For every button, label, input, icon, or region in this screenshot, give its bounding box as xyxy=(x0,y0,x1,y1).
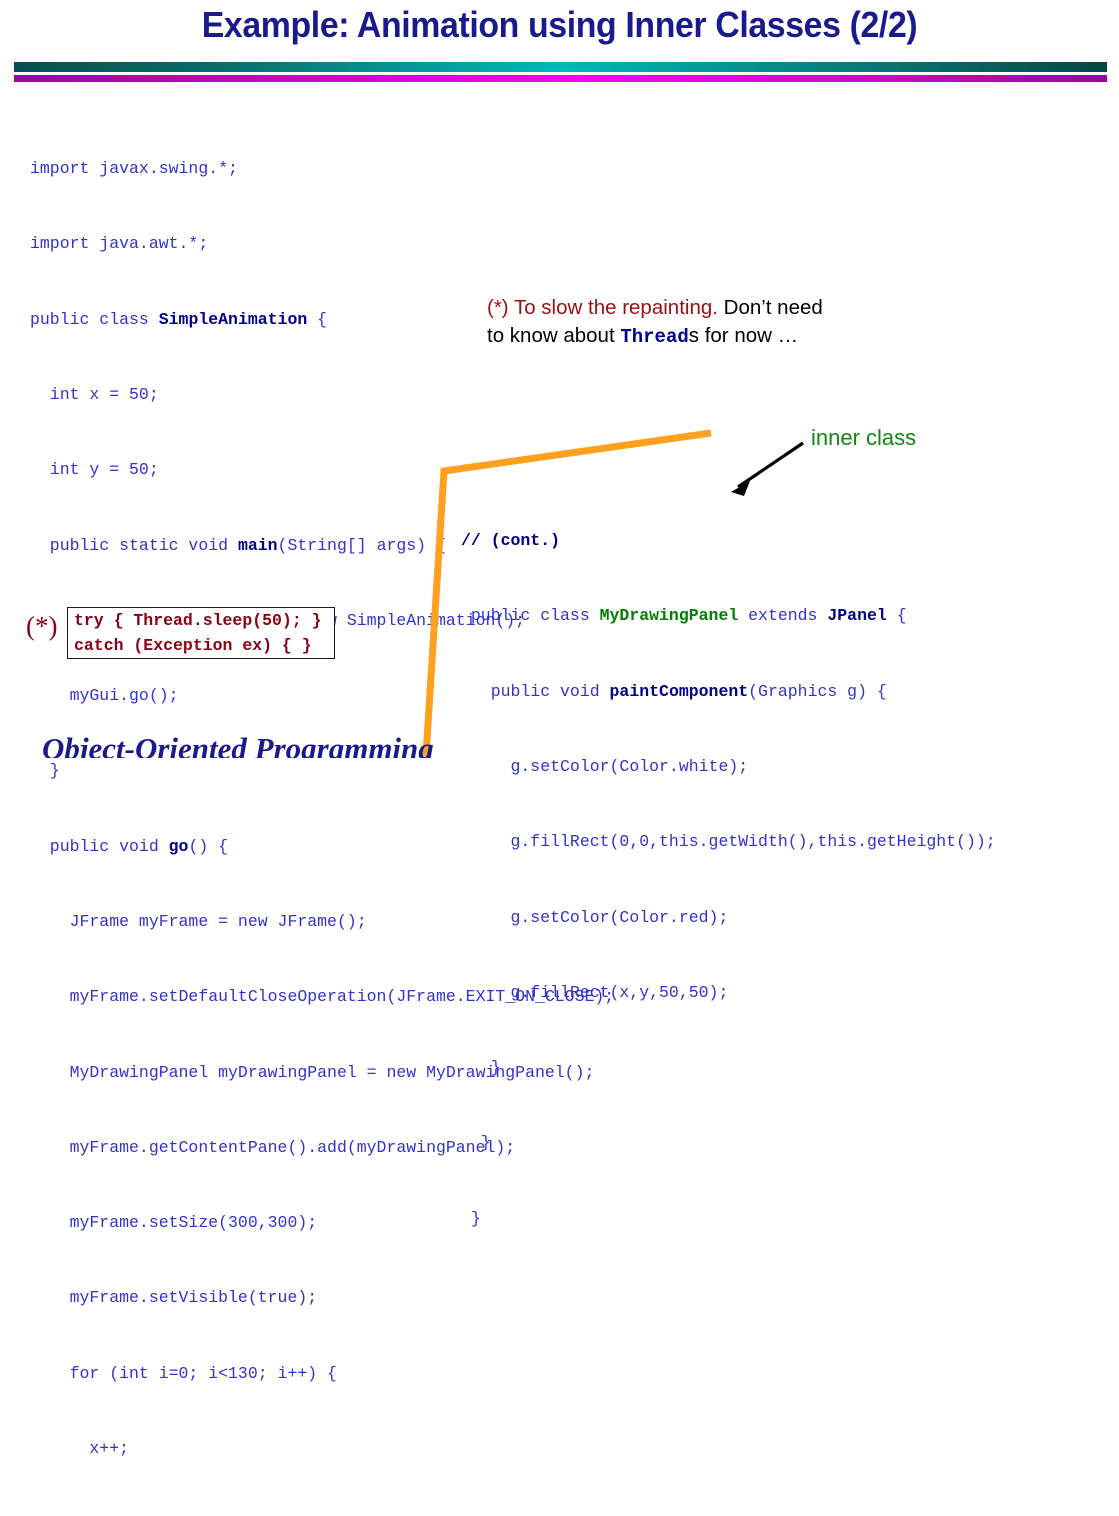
code-text: } xyxy=(30,761,60,781)
code-line: public class MyDrawingPanel extends JPan… xyxy=(461,603,996,628)
code-text: public class xyxy=(461,606,600,626)
code-text: myGui.go(); xyxy=(30,686,179,706)
code-text: public static void xyxy=(30,535,238,555)
code-line: g.fillRect(0,0,this.getWidth(),this.getH… xyxy=(461,829,996,854)
highlight-code-line: try { Thread.sleep(50); } xyxy=(74,611,322,630)
code-line: public void paintComponent(Graphics g) { xyxy=(461,679,996,704)
footer-text: Object-Oriented Programming xyxy=(42,736,434,758)
note-slow-repainting: (*) To slow the repainting. Don’t need t… xyxy=(487,294,1027,351)
note-line2-before: to know about xyxy=(487,323,621,347)
divider-bar-teal xyxy=(14,62,1107,72)
code-line: g.fillRect(x,y,50,50); xyxy=(461,980,996,1005)
code-text: { xyxy=(307,309,328,329)
code-text: extends xyxy=(738,606,828,626)
note-black-text: Don’t need xyxy=(717,296,823,319)
code-line: myFrame.setVisible(true); xyxy=(30,1285,614,1310)
divider xyxy=(14,62,1107,84)
code-line: import java.awt.*; xyxy=(30,231,614,256)
code-text: myFrame.setVisible(true); xyxy=(30,1288,318,1308)
code-line: x++; xyxy=(30,1436,614,1461)
code-block-right: // (cont.) public class MyDrawingPanel e… xyxy=(461,478,996,1256)
code-identifier: main xyxy=(237,535,278,555)
note-line2-after: s for now … xyxy=(688,323,799,347)
code-text: } xyxy=(461,1208,481,1228)
page-title: Example: Animation using Inner Classes (… xyxy=(201,4,918,45)
code-text: int x = 50; xyxy=(30,385,159,405)
code-text: (Graphics g) { xyxy=(748,681,887,701)
code-text: (String[] args) { xyxy=(277,535,446,555)
code-text: JFrame myFrame = new JFrame(); xyxy=(30,912,367,931)
code-line: } xyxy=(461,1055,996,1080)
code-text: { xyxy=(886,606,907,626)
footer-clipped: Object-Oriented Programming xyxy=(0,736,470,758)
code-identifier: go xyxy=(168,836,189,856)
code-text: g.setColor(Color.white); xyxy=(461,757,749,777)
highlight-box-try-catch: try { Thread.sleep(50); } catch (Excepti… xyxy=(67,607,335,659)
code-line: for (int i=0; i<130; i++) { xyxy=(30,1361,614,1386)
code-text: import javax.swing.*; xyxy=(30,159,238,179)
code-text: g.fillRect(0,0,this.getWidth(),this.getH… xyxy=(461,832,996,852)
highlight-code-line: catch (Exception ex) { } xyxy=(74,636,312,656)
code-line: y++; xyxy=(30,1511,614,1516)
code-class-name: MyDrawingPanel xyxy=(599,606,739,626)
code-text: myFrame.getContentPane().add(myDrawingPa… xyxy=(30,1137,516,1157)
code-line: } xyxy=(461,1206,996,1231)
code-text: int y = 50; xyxy=(30,460,159,480)
code-line: int x = 50; xyxy=(30,382,614,407)
divider-bar-magenta xyxy=(14,75,1107,82)
code-text: g.setColor(Color.red); xyxy=(461,907,729,927)
code-text: y++; xyxy=(30,1514,129,1516)
code-text: public class xyxy=(30,309,159,329)
asterisk-marker: (*) xyxy=(26,611,58,641)
code-text: public void xyxy=(461,681,610,701)
code-identifier: paintComponent xyxy=(609,681,749,701)
code-line: import javax.swing.*; xyxy=(30,156,614,181)
code-line: } xyxy=(461,1130,996,1155)
code-text: } xyxy=(461,1133,491,1153)
note-code-thread: Thread xyxy=(620,325,689,348)
code-identifier: JPanel xyxy=(827,606,887,626)
code-text: for (int i=0; i<130; i++) { xyxy=(30,1363,337,1383)
code-text: () { xyxy=(188,836,229,856)
code-text: x++; xyxy=(30,1438,130,1458)
code-text: import java.awt.*; xyxy=(30,234,209,254)
inner-class-callout-label: inner class xyxy=(811,425,917,450)
code-text: public void xyxy=(30,836,169,856)
code-text: myFrame.setSize(300,300); xyxy=(30,1213,318,1233)
code-comment: // (cont.) xyxy=(461,531,561,551)
code-text: g.fillRect(x,y,50,50); xyxy=(461,982,729,1002)
code-line: // (cont.) xyxy=(461,528,996,553)
code-line: g.setColor(Color.red); xyxy=(461,905,996,930)
note-red-text: (*) To slow the repainting. xyxy=(487,296,718,319)
code-identifier: SimpleAnimation xyxy=(158,309,308,329)
code-text: } xyxy=(461,1058,501,1078)
